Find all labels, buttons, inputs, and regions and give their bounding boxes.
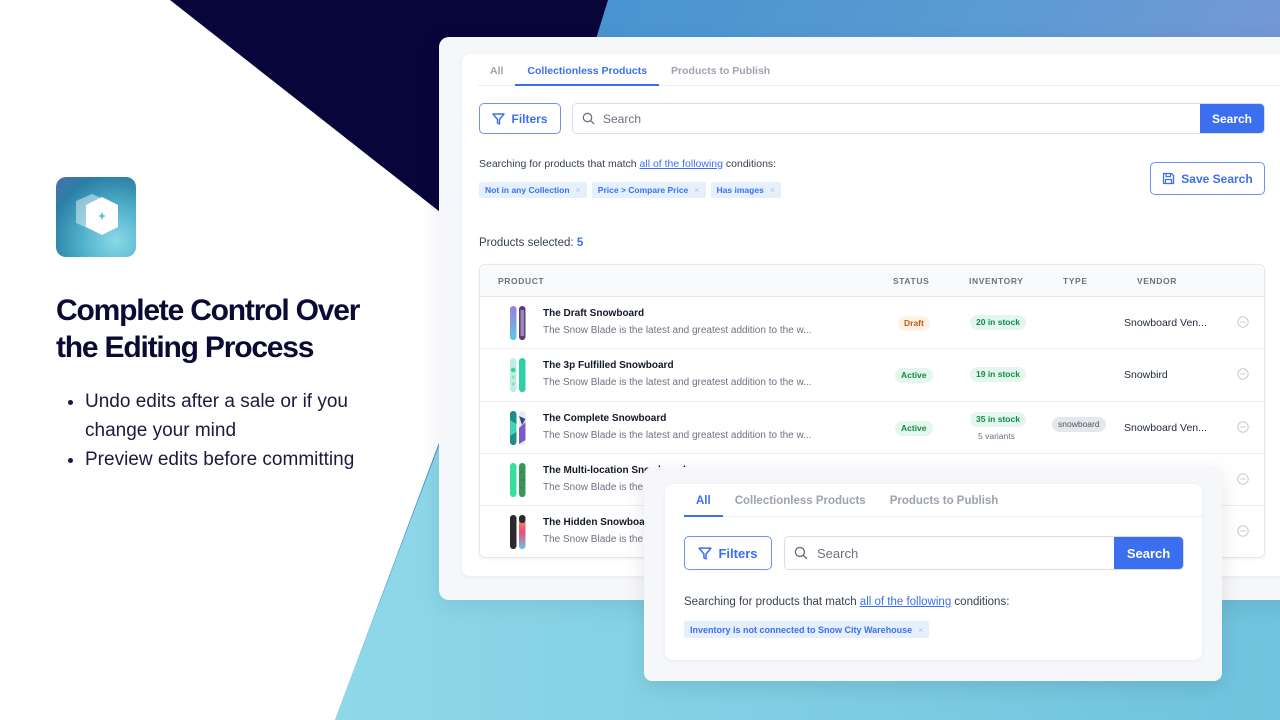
status-badge: Active [895, 368, 933, 384]
feature-item: Preview edits before committing [66, 445, 396, 474]
chip-label: Has images [716, 185, 764, 195]
remove-circle-icon[interactable] [1237, 420, 1249, 433]
table-row[interactable]: The Draft Snowboard The Snow Blade is th… [480, 297, 1264, 350]
search-button[interactable]: Search [1200, 104, 1264, 133]
snowboard-thumbnail [510, 410, 526, 445]
product-description: The Snow Blade is the latest and greates… [543, 325, 812, 336]
overlay-search-bar: Search [784, 536, 1184, 570]
conditions-match-link[interactable]: all of the following [640, 158, 723, 170]
tab-all[interactable]: All [478, 55, 515, 85]
overlay-search-button[interactable]: Search [1114, 537, 1183, 569]
tab-collectionless-products[interactable]: Collectionless Products [515, 55, 659, 86]
headline-line-1: Complete Control Over [56, 294, 360, 327]
table-row[interactable]: The Complete Snowboard The Snow Blade is… [480, 402, 1264, 454]
product-description: The Snow Blade is the latest and greates… [543, 429, 812, 441]
search-bar: Search [572, 103, 1265, 134]
snowboard-thumbnail [510, 515, 526, 550]
column-header-inventory[interactable]: INVENTORY [969, 265, 1024, 297]
column-header-product[interactable]: PRODUCT [498, 265, 544, 297]
conditions-prefix: Searching for products that match [684, 596, 857, 608]
vendor-name: Snowboard Ven... [1124, 421, 1207, 434]
save-search-button[interactable]: Save Search [1150, 162, 1265, 195]
overlay-condition-chips: Inventory is not connected to Snow City … [684, 621, 930, 638]
status-badge: Active [895, 420, 933, 436]
status-badge: Draft [898, 316, 930, 331]
conditions-prefix: Searching for products that match [479, 158, 637, 170]
type-badge: snowboard [1052, 416, 1106, 432]
selected-count: 5 [576, 237, 584, 249]
condition-chip: Inventory is not connected to Snow City … [684, 621, 930, 638]
remove-circle-icon[interactable] [1237, 368, 1249, 380]
conditions-suffix: conditions: [725, 158, 777, 170]
condition-chips: Not in any Collection × Price > Compare P… [479, 182, 782, 198]
overlay-tabs: All Collectionless Products Products to … [684, 486, 1202, 517]
headline: Complete Control Over the Editing Proces… [56, 292, 436, 366]
column-header-type[interactable]: TYPE [1063, 265, 1088, 297]
products-selected: Products selected: 5 [479, 237, 583, 249]
selected-label: Products selected: [479, 237, 574, 249]
snowboard-thumbnail [510, 462, 526, 497]
filter-funnel-icon [698, 546, 713, 560]
table-row[interactable]: The 3p Fulfilled Snowboard The Snow Blad… [480, 349, 1264, 402]
chip-label: Inventory is not connected to Snow City … [690, 624, 913, 635]
remove-circle-icon[interactable] [1237, 316, 1249, 328]
vendor-name: Snowboard Ven... [1124, 317, 1207, 329]
product-name[interactable]: The Draft Snowboard [543, 308, 644, 319]
chip-label: Not in any Collection [485, 185, 570, 195]
inventory-badge: 20 in stock [970, 315, 1026, 330]
feature-item: Undo edits after a sale or if you change… [66, 387, 396, 445]
condition-chip: Not in any Collection × [479, 182, 587, 198]
product-description: The Snow Blade is the latest and greates… [543, 377, 812, 389]
hexagon-logo-icon [76, 194, 118, 235]
vendor-name: Snowbird [1124, 369, 1168, 382]
overlay-tab-products-to-publish[interactable]: Products to Publish [878, 486, 1011, 516]
save-search-label: Save Search [1181, 171, 1253, 186]
snowboard-thumbnail [510, 306, 526, 340]
overlay-conditions-text: Searching for products that match all of… [684, 596, 1009, 608]
filters-label: Filters [511, 111, 548, 126]
conditions-suffix: conditions: [954, 596, 1010, 608]
chip-label: Price > Compare Price [597, 185, 689, 195]
remove-chip-icon[interactable]: × [694, 182, 699, 198]
headline-line-2: the Editing Process [56, 331, 314, 364]
conditions-text: Searching for products that match all of… [479, 158, 776, 170]
remove-chip-icon[interactable]: × [770, 182, 775, 198]
product-name[interactable]: The 3p Fulfilled Snowboard [543, 360, 674, 371]
filter-funnel-icon [492, 112, 506, 125]
overlay-tab-collectionless-products[interactable]: Collectionless Products [723, 486, 878, 516]
inventory-badge: 19 in stock [970, 367, 1026, 383]
search-input[interactable] [603, 104, 1200, 133]
overlay-search-input[interactable] [817, 537, 1114, 569]
remove-chip-icon[interactable]: × [918, 622, 923, 638]
main-tabs: All Collectionless Products Products to … [478, 55, 1280, 86]
overlay-filters-button[interactable]: Filters [684, 536, 772, 570]
feature-list: Undo edits after a sale or if you change… [66, 387, 396, 474]
snowboard-thumbnail [510, 358, 526, 393]
conditions-match-link[interactable]: all of the following [860, 596, 951, 608]
product-name[interactable]: The Complete Snowboard [543, 413, 666, 424]
filters-label: Filters [718, 545, 758, 561]
remove-chip-icon[interactable]: × [576, 182, 581, 198]
search-icon [785, 546, 817, 560]
column-header-vendor[interactable]: VENDOR [1137, 265, 1177, 297]
app-logo [56, 177, 136, 257]
filters-button[interactable]: Filters [479, 103, 561, 134]
tab-products-to-publish[interactable]: Products to Publish [659, 55, 782, 85]
remove-circle-icon[interactable] [1237, 473, 1249, 485]
inventory-badge: 35 in stock [970, 411, 1026, 427]
product-name[interactable]: The Hidden Snowboard [543, 517, 655, 528]
remove-circle-icon[interactable] [1237, 525, 1249, 537]
search-icon [573, 112, 603, 125]
save-disk-icon [1163, 172, 1175, 185]
overlay-tab-all[interactable]: All [684, 486, 723, 517]
condition-chip: Price > Compare Price × [591, 182, 706, 198]
column-header-status[interactable]: STATUS [893, 265, 929, 297]
table-header: PRODUCT STATUS INVENTORY TYPE VENDOR [480, 265, 1264, 297]
variants-count: 5 variants [978, 430, 1015, 441]
condition-chip: Has images × [710, 182, 782, 198]
